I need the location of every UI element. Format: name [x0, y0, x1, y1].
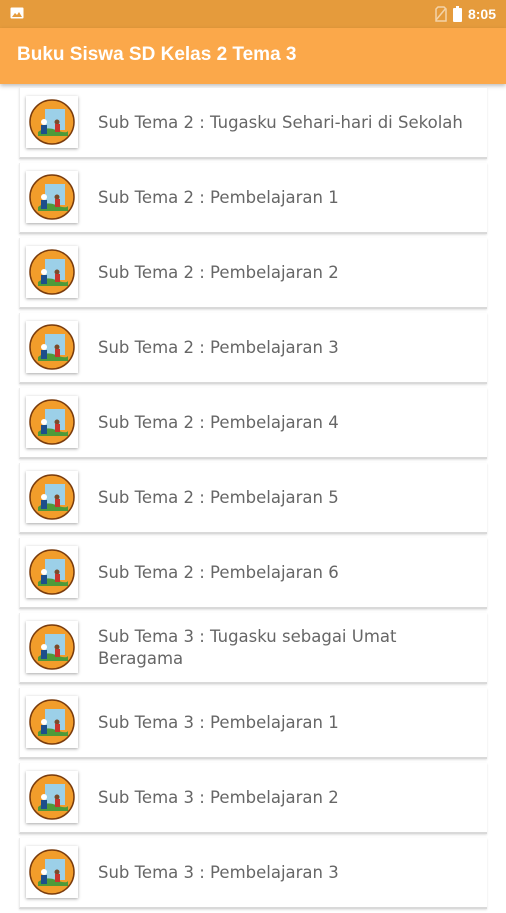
book-cover-thumbnail-icon — [26, 621, 78, 673]
book-cover-thumbnail-icon — [26, 696, 78, 748]
book-cover-thumbnail-icon — [26, 771, 78, 823]
battery-icon — [452, 6, 462, 22]
list-item-label: Sub Tema 2 : Pembelajaran 4 — [98, 412, 339, 432]
list-item-label: Sub Tema 2 : Pembelajaran 2 — [98, 262, 339, 282]
status-time: 8:05 — [467, 6, 496, 22]
list-item[interactable]: Sub Tema 3 : Pembelajaran 3 — [19, 838, 487, 909]
list-item[interactable]: Sub Tema 3 : Tugasku sebagai Umat Beraga… — [19, 613, 487, 684]
chapter-list: Sub Tema 2 : Tugasku Sehari-hari di Seko… — [0, 88, 506, 913]
book-cover-thumbnail-icon — [26, 471, 78, 523]
list-item-label: Sub Tema 3 : Pembelajaran 3 — [98, 862, 339, 882]
list-item[interactable]: Sub Tema 2 : Pembelajaran 3 — [19, 313, 487, 384]
list-item[interactable]: Sub Tema 3 : Pembelajaran 1 — [19, 688, 487, 759]
book-cover-thumbnail-icon — [26, 321, 78, 373]
status-bar: 8:05 — [0, 0, 506, 28]
list-item[interactable]: Sub Tema 2 : Pembelajaran 6 — [19, 538, 487, 609]
app-bar: Buku Siswa SD Kelas 2 Tema 3 — [0, 28, 506, 84]
list-item[interactable]: Sub Tema 2 : Pembelajaran 5 — [19, 463, 487, 534]
list-item-label: Sub Tema 2 : Pembelajaran 6 — [98, 562, 339, 582]
list-item[interactable]: Sub Tema 3 : Pembelajaran 2 — [19, 763, 487, 834]
list-item-label: Sub Tema 2 : Pembelajaran 1 — [98, 187, 339, 207]
list-item[interactable]: Sub Tema 2 : Pembelajaran 1 — [19, 163, 487, 234]
list-item-label: Sub Tema 2 : Tugasku Sehari-hari di Seko… — [98, 112, 463, 132]
book-cover-thumbnail-icon — [26, 396, 78, 448]
list-item-label: Sub Tema 2 : Pembelajaran 3 — [98, 337, 339, 357]
image-icon — [10, 7, 24, 19]
list-item-label: Sub Tema 3 : Pembelajaran 2 — [98, 787, 339, 807]
list-item-label: Sub Tema 3 : Tugasku sebagai Umat Beraga… — [98, 626, 397, 668]
list-item[interactable]: Sub Tema 2 : Tugasku Sehari-hari di Seko… — [19, 88, 487, 159]
no-sim-icon — [435, 6, 447, 22]
app-title: Buku Siswa SD Kelas 2 Tema 3 — [17, 44, 297, 65]
list-item-label: Sub Tema 2 : Pembelajaran 5 — [98, 487, 339, 507]
list-item[interactable]: Sub Tema 2 : Pembelajaran 2 — [19, 238, 487, 309]
list-item[interactable]: Sub Tema 2 : Pembelajaran 4 — [19, 388, 487, 459]
book-cover-thumbnail-icon — [26, 546, 78, 598]
book-cover-thumbnail-icon — [26, 246, 78, 298]
list-item-label: Sub Tema 3 : Pembelajaran 1 — [98, 712, 339, 732]
book-cover-thumbnail-icon — [26, 96, 78, 148]
book-cover-thumbnail-icon — [26, 846, 78, 898]
book-cover-thumbnail-icon — [26, 171, 78, 223]
